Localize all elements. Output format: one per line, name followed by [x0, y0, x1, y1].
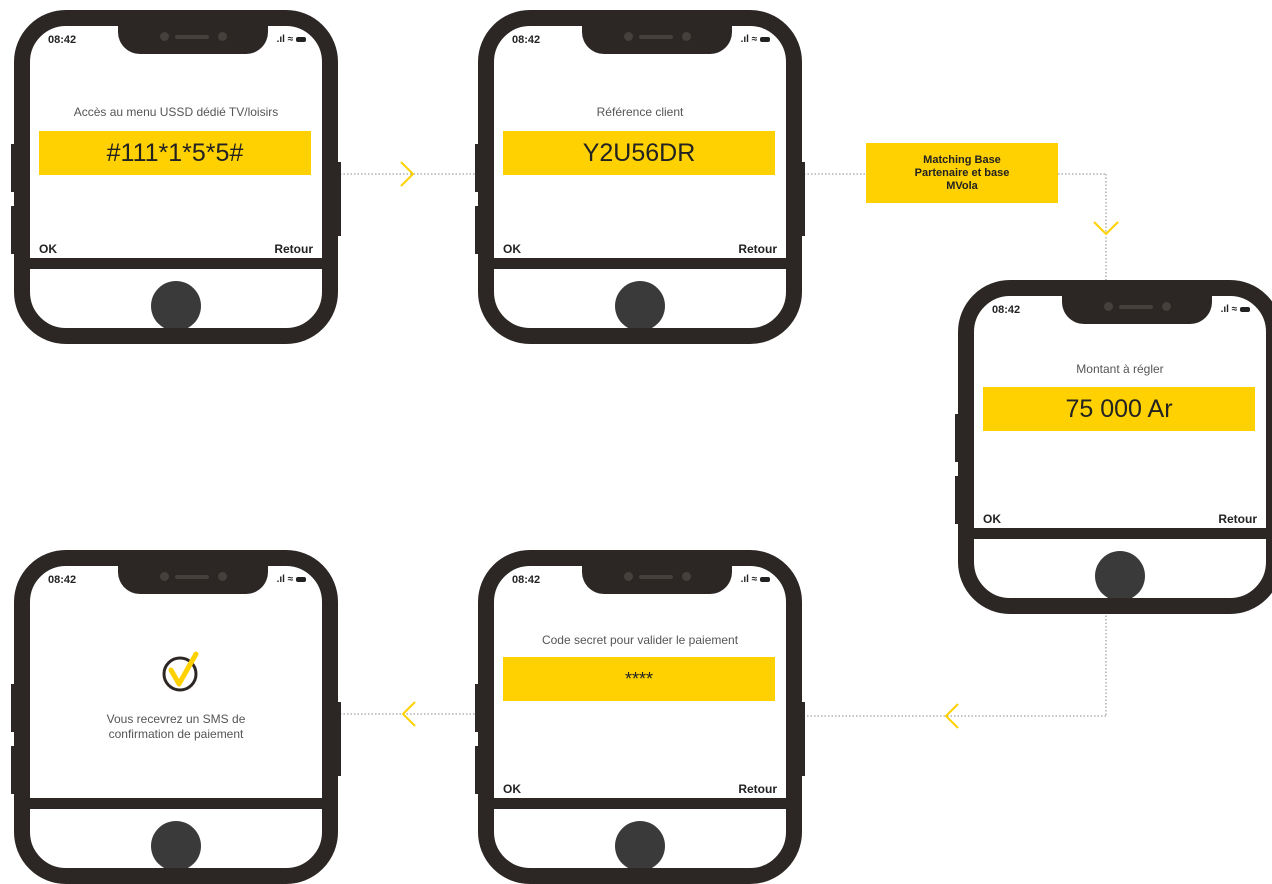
- back-button[interactable]: Retour: [738, 782, 777, 796]
- back-button[interactable]: Retour: [1218, 512, 1257, 526]
- phone-confirmation: 08:42 .ıl ≈ Vous recevrez un SMS de conf…: [11, 550, 341, 884]
- arrow-left-icon-2: [401, 701, 416, 727]
- phone-secret-code: 08:42 .ıl ≈ Code secret pour valider le …: [475, 550, 805, 884]
- back-button[interactable]: Retour: [274, 242, 313, 256]
- status-icons: .ıl ≈: [741, 574, 770, 585]
- screen-prompt: Montant à régler: [1076, 362, 1164, 376]
- home-button[interactable]: [151, 281, 201, 328]
- status-time: 08:42: [992, 304, 1021, 316]
- notch: [118, 26, 268, 54]
- client-reference-field: Y2U56DR: [503, 131, 775, 175]
- status-icons: .ıl ≈: [1221, 304, 1250, 315]
- phone-amount: 08:42 .ıl ≈ Montant à régler 75 000 Ar O…: [955, 280, 1272, 614]
- status-time: 08:42: [512, 34, 541, 46]
- screen-prompt: Accès au menu USSD dédié TV/loisirs: [73, 105, 279, 119]
- phone-screen: 08:42 .ıl ≈ Montant à régler 75 000 Ar O…: [958, 280, 1272, 614]
- divider: [974, 528, 1266, 539]
- matching-label-line2: Partenaire et base: [914, 166, 1010, 179]
- phone-screen: 08:42 .ıl ≈ Code secret pour valider le …: [478, 550, 802, 884]
- ok-button[interactable]: OK: [503, 242, 521, 256]
- divider: [494, 258, 786, 269]
- back-button[interactable]: Retour: [738, 242, 777, 256]
- notch: [1062, 296, 1212, 324]
- confirmation-message: Vous recevrez un SMS de confirmation de …: [70, 712, 282, 742]
- ok-button[interactable]: OK: [39, 242, 57, 256]
- matching-label: Matching Base Partenaire et base MVola: [866, 143, 1058, 203]
- divider: [30, 798, 322, 809]
- screen-prompt: Référence client: [596, 105, 684, 119]
- home-button[interactable]: [615, 821, 665, 868]
- notch: [582, 566, 732, 594]
- ussd-code-field: #111*1*5*5#: [39, 131, 311, 175]
- status-time: 08:42: [512, 574, 541, 586]
- phone-ussd-menu: 08:42 .ıl ≈ Accès au menu USSD dédié TV/…: [11, 10, 341, 344]
- matching-label-line3: MVola: [946, 179, 978, 192]
- status-icons: .ıl ≈: [741, 34, 770, 45]
- status-icons: .ıl ≈: [277, 574, 306, 585]
- phone-screen: 08:42 .ıl ≈ Référence client Y2U56DR OK …: [478, 10, 802, 344]
- phone-screen: 08:42 .ıl ≈ Accès au menu USSD dédié TV/…: [14, 10, 338, 344]
- matching-label-line1: Matching Base: [923, 153, 1001, 166]
- home-button[interactable]: [151, 821, 201, 868]
- confirmation-line1: Vous recevrez un SMS de: [106, 712, 246, 726]
- ok-button[interactable]: OK: [503, 782, 521, 796]
- divider: [494, 798, 786, 809]
- home-button[interactable]: [1095, 551, 1145, 598]
- home-button[interactable]: [615, 281, 665, 328]
- status-icons: .ıl ≈: [277, 34, 306, 45]
- status-time: 08:42: [48, 34, 77, 46]
- divider: [30, 258, 322, 269]
- notch: [118, 566, 268, 594]
- ok-button[interactable]: OK: [983, 512, 1001, 526]
- checkmark-circle-icon: [162, 651, 199, 692]
- secret-code-field[interactable]: ****: [503, 657, 775, 701]
- status-time: 08:42: [48, 574, 77, 586]
- screen-prompt: Code secret pour valider le paiement: [541, 633, 739, 647]
- notch: [582, 26, 732, 54]
- phone-client-reference: 08:42 .ıl ≈ Référence client Y2U56DR OK …: [475, 10, 805, 344]
- phone-screen: 08:42 .ıl ≈ Vous recevrez un SMS de conf…: [14, 550, 338, 884]
- amount-field: 75 000 Ar: [983, 387, 1255, 431]
- confirmation-line2: confirmation de paiement: [108, 727, 244, 741]
